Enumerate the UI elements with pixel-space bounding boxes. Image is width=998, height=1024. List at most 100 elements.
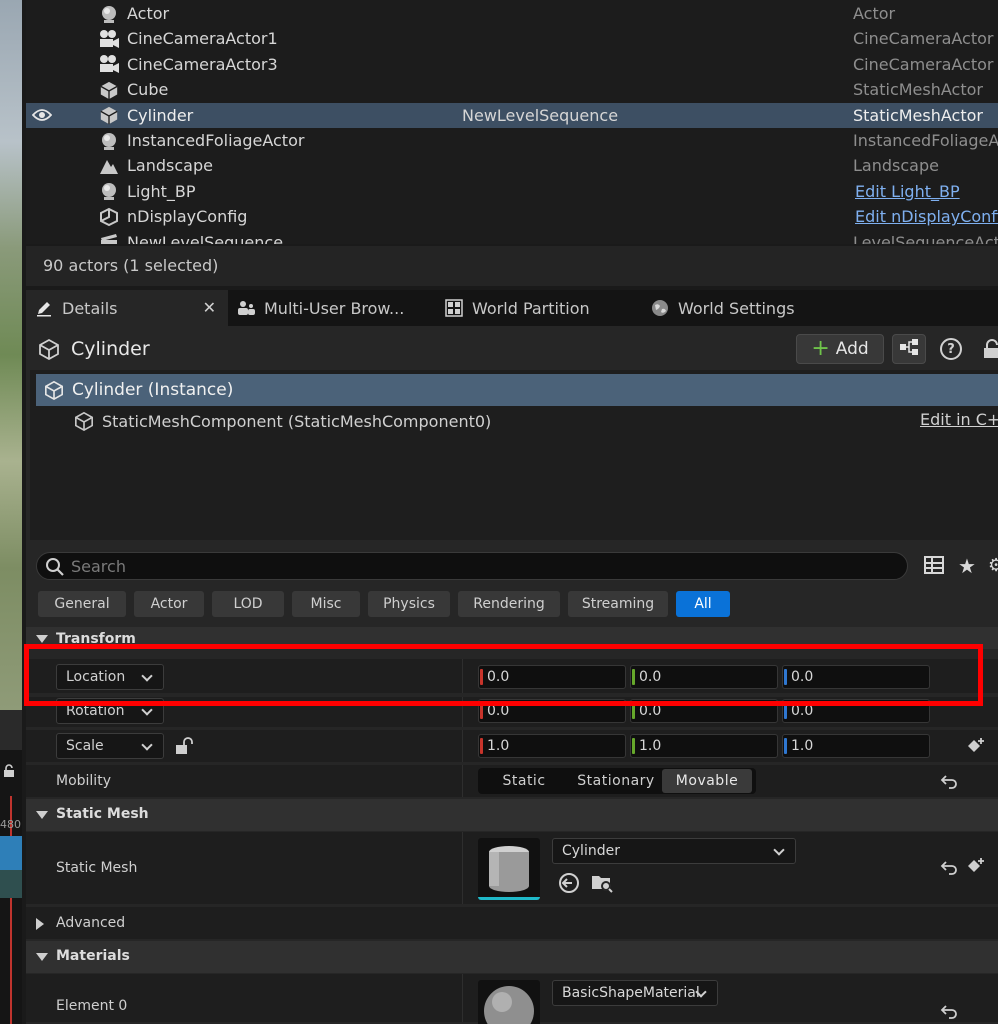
- rotation-z-field[interactable]: 0.0: [782, 699, 930, 723]
- section-materials[interactable]: Materials: [26, 941, 998, 973]
- dropdown-label: Scale: [66, 738, 104, 754]
- scale-x-field[interactable]: 1.0: [478, 734, 626, 758]
- plus-icon: +: [811, 336, 830, 361]
- component-row-static-mesh[interactable]: StaticMeshComponent (StaticMeshComponent…: [74, 408, 491, 434]
- tab-world-partition[interactable]: World Partition: [444, 290, 590, 326]
- outliner-row[interactable]: InstancedFoliageActor InstancedFoliageAct…: [26, 128, 998, 153]
- eye-icon[interactable]: [32, 105, 52, 125]
- blueprint-button[interactable]: [892, 334, 926, 364]
- column-divider: [462, 765, 463, 797]
- location-y-field[interactable]: 0.0: [630, 665, 778, 689]
- section-transform[interactable]: Transform: [26, 627, 998, 649]
- table-view-icon[interactable]: [924, 555, 946, 577]
- reset-icon[interactable]: [940, 1002, 958, 1020]
- chevron-down-icon: [141, 739, 153, 751]
- actor-type: StaticMeshActor: [853, 80, 983, 100]
- scale-y-field[interactable]: 1.0: [630, 734, 778, 758]
- tab-world-settings[interactable]: World Settings: [650, 290, 795, 326]
- chevron-down-icon: [141, 670, 153, 682]
- location-x-field[interactable]: 0.0: [478, 665, 626, 689]
- lock-icon[interactable]: [981, 338, 998, 360]
- filter-misc[interactable]: Misc: [292, 591, 360, 617]
- scale-z-field[interactable]: 1.0: [782, 734, 930, 758]
- filter-actor[interactable]: Actor: [134, 591, 204, 617]
- filter-streaming[interactable]: Streaming: [568, 591, 668, 617]
- rotation-y-field[interactable]: 0.0: [630, 699, 778, 723]
- timeline-track[interactable]: [0, 836, 22, 870]
- chevron-down-icon: [36, 953, 48, 961]
- filter-general[interactable]: General: [38, 591, 126, 617]
- edit-in-cpp-link[interactable]: Edit in C++: [920, 410, 998, 429]
- mobility-option-stationary[interactable]: Stationary: [570, 769, 662, 793]
- static-mesh-icon: [98, 104, 120, 126]
- filter-lod[interactable]: LOD: [212, 591, 284, 617]
- static-mesh-icon: [98, 79, 120, 101]
- scale-dropdown[interactable]: Scale: [56, 733, 164, 759]
- add-component-button[interactable]: + Add: [796, 334, 884, 364]
- actor-name: CineCameraActor3: [127, 54, 278, 74]
- edit-blueprint-link[interactable]: Edit nDisplayConfig: [855, 207, 998, 226]
- location-dropdown[interactable]: Location: [56, 664, 164, 690]
- actor-count: 90 actors (1 selected): [43, 256, 219, 275]
- add-button-label: Add: [835, 339, 869, 359]
- unlock-icon[interactable]: [174, 736, 194, 760]
- tab-label: Details: [62, 298, 118, 318]
- property-row-location: Location 0.0 0.0 0.0: [26, 659, 998, 695]
- outliner-row[interactable]: Cube StaticMeshActor: [26, 77, 998, 102]
- outliner-row[interactable]: CineCameraActor1 CineCameraActor: [26, 26, 998, 51]
- tab-label: World Partition: [472, 298, 590, 318]
- timeline-track-secondary[interactable]: [0, 870, 22, 898]
- viewport-image[interactable]: [0, 0, 22, 710]
- filter-all[interactable]: All: [676, 591, 730, 617]
- component-label: Cylinder (Instance): [72, 380, 234, 400]
- reset-icon[interactable]: [940, 858, 958, 876]
- actor-icon: [98, 130, 120, 152]
- actor-type: LevelSequenceActor: [853, 232, 998, 244]
- lock-icon[interactable]: [2, 764, 18, 778]
- browse-folder-icon[interactable]: [590, 872, 613, 894]
- outliner-row[interactable]: Cylinder NewLevelSequence StaticMeshActor: [26, 102, 998, 128]
- globe-icon: [650, 298, 670, 318]
- advanced-row[interactable]: Advanced: [26, 907, 998, 941]
- tab-multi-user-browser[interactable]: Multi-User Brow...: [236, 290, 404, 326]
- material-dropdown[interactable]: BasicShapeMaterial: [552, 980, 718, 1006]
- actor-type: CineCameraActor: [853, 54, 994, 74]
- component-row-instance[interactable]: Cylinder (Instance): [36, 374, 998, 406]
- static-mesh-thumbnail[interactable]: [478, 838, 540, 900]
- material-thumbnail[interactable]: [478, 980, 540, 1024]
- outliner-row[interactable]: NewLevelSequence LevelSequenceActor: [26, 230, 998, 244]
- outliner-row[interactable]: nDisplayConfig Edit nDisplayConfig: [26, 204, 998, 229]
- mobility-option-movable[interactable]: Movable: [662, 769, 752, 793]
- static-mesh-dropdown[interactable]: Cylinder: [552, 838, 796, 864]
- rotation-x-field[interactable]: 0.0: [478, 699, 626, 723]
- close-icon[interactable]: ✕: [203, 298, 216, 317]
- mobility-option-static[interactable]: Static: [478, 769, 570, 793]
- property-row-rotation: Rotation 0.0 0.0 0.0: [26, 697, 998, 729]
- reset-icon[interactable]: [940, 772, 958, 790]
- outliner-row[interactable]: CineCameraActor3 CineCameraActor: [26, 52, 998, 77]
- star-icon[interactable]: ★: [958, 554, 976, 578]
- filter-rendering[interactable]: Rendering: [458, 591, 560, 617]
- outliner-row[interactable]: Actor Actor: [26, 1, 998, 26]
- filter-physics[interactable]: Physics: [368, 591, 450, 617]
- tab-details[interactable]: Details ✕: [26, 290, 228, 326]
- search-icon: [45, 557, 65, 577]
- camera-icon: [98, 28, 120, 50]
- keyframe-add-icon[interactable]: [966, 856, 986, 876]
- property-label: Mobility: [56, 773, 111, 789]
- keyframe-add-icon[interactable]: [966, 736, 986, 756]
- gear-icon[interactable]: ⚙: [988, 555, 998, 577]
- outliner-row[interactable]: Landscape Landscape: [26, 153, 998, 178]
- actor-name: Landscape: [127, 156, 213, 176]
- dropdown-label: BasicShapeMaterial: [562, 985, 700, 1001]
- search-input[interactable]: [71, 555, 891, 577]
- location-z-field[interactable]: 0.0: [782, 665, 930, 689]
- use-selected-icon[interactable]: [558, 872, 580, 894]
- rotation-dropdown[interactable]: Rotation: [56, 698, 164, 724]
- outliner-row[interactable]: Light_BP Edit Light_BP: [26, 179, 998, 204]
- ndisplay-icon: [98, 206, 120, 228]
- help-icon[interactable]: ?: [940, 338, 962, 360]
- edit-blueprint-link[interactable]: Edit Light_BP: [855, 182, 960, 201]
- section-static-mesh[interactable]: Static Mesh: [26, 799, 998, 831]
- users-icon: [236, 298, 256, 318]
